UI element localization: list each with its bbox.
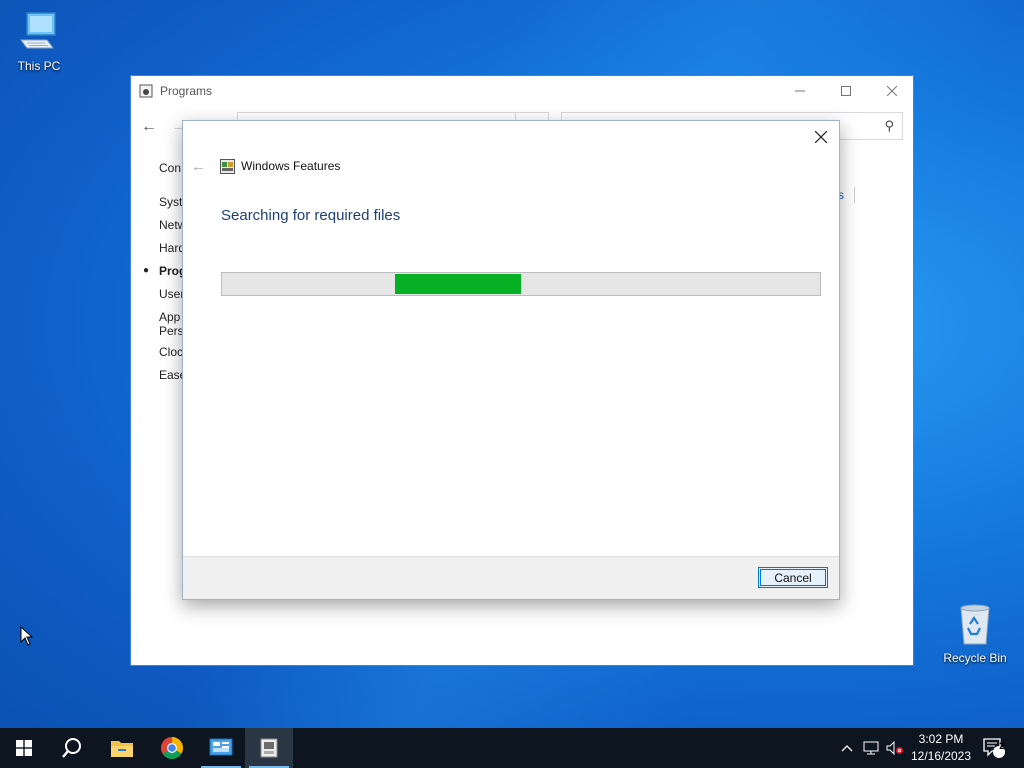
sidebar-item-appearance[interactable]: App — [159, 310, 180, 324]
volume-muted-icon — [886, 741, 903, 755]
sidebar-item-control-panel-home[interactable]: Con — [159, 161, 181, 175]
clock-date: 12/16/2023 — [910, 749, 972, 763]
desktop-icon-this-pc[interactable]: This PC — [4, 10, 74, 73]
desktop-icon-label: This PC — [17, 59, 61, 73]
sidebar-item-user-accounts[interactable]: User — [159, 287, 184, 301]
close-button[interactable] — [869, 76, 915, 106]
minimize-button[interactable] — [777, 76, 823, 106]
notification-count-badge: 2 — [999, 741, 1005, 752]
maximize-icon — [841, 86, 851, 96]
search-icon: ⚲ — [884, 118, 894, 133]
taskbar: 3:02 PM 12/16/2023 2 — [0, 728, 1024, 768]
desktop-icon-label: Recycle Bin — [943, 651, 1007, 665]
start-button[interactable] — [0, 728, 48, 768]
chrome-icon — [161, 737, 183, 759]
back-arrow-icon: ← — [191, 158, 206, 175]
close-icon — [887, 86, 897, 96]
windows-features-icon — [260, 738, 278, 758]
network-button[interactable] — [860, 728, 882, 768]
maximize-button[interactable] — [823, 76, 869, 106]
chevron-up-icon — [841, 745, 853, 752]
taskbar-windows-features[interactable] — [245, 728, 293, 768]
progress-bar-fill — [395, 274, 521, 294]
status-heading: Searching for required files — [221, 207, 401, 224]
active-bullet-icon: ● — [143, 265, 150, 276]
taskbar-chrome[interactable] — [148, 728, 196, 768]
taskbar-server-manager[interactable] — [197, 728, 245, 768]
window-titlebar[interactable]: Programs — [131, 76, 913, 106]
dialog-close-button[interactable] — [811, 127, 831, 147]
dialog-title: Windows Features — [241, 159, 341, 173]
server-manager-icon — [209, 738, 233, 756]
start-icon — [16, 740, 32, 756]
action-center-button[interactable]: 2 — [978, 728, 1010, 768]
back-arrow-icon[interactable]: ← — [141, 118, 157, 136]
search-icon — [62, 738, 81, 758]
taskbar-file-explorer[interactable] — [98, 728, 146, 768]
control-panel-icon — [139, 84, 153, 98]
windows-features-icon — [220, 159, 235, 174]
file-explorer-icon — [111, 741, 133, 757]
taskbar-clock[interactable]: 3:02 PM 12/16/2023 — [905, 731, 977, 765]
dialog-footer: Cancel — [183, 556, 839, 599]
window-title: Programs — [160, 84, 213, 98]
cancel-button[interactable]: Cancel — [758, 567, 828, 588]
clock-time: 3:02 PM — [918, 732, 964, 746]
desktop-icon-recycle-bin[interactable]: Recycle Bin — [940, 602, 1010, 665]
recycle-bin-icon — [960, 604, 990, 645]
progress-bar — [221, 272, 821, 296]
sidebar-item-personalization[interactable]: Pers — [159, 324, 184, 338]
volume-button[interactable] — [884, 728, 906, 768]
tray-overflow-button[interactable] — [836, 728, 858, 768]
network-icon — [863, 741, 879, 755]
minimize-icon — [795, 90, 805, 92]
computer-icon — [20, 12, 56, 49]
divider — [854, 187, 855, 203]
mouse-cursor-icon — [20, 626, 34, 646]
windows-features-dialog: ← Windows Features Searching for require… — [182, 120, 840, 600]
close-icon — [814, 130, 828, 144]
search-button[interactable] — [48, 728, 96, 768]
